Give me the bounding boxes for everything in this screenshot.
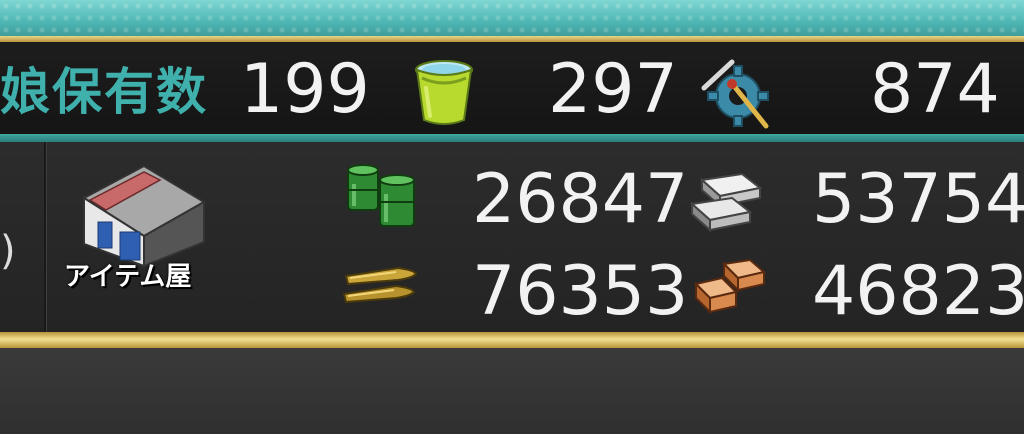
shop-house-icon <box>82 164 206 268</box>
teal-separator <box>0 134 1024 142</box>
panel-divider <box>44 142 47 332</box>
bauxite-count: 46823 <box>812 252 1024 331</box>
ammo-count: 76353 <box>472 252 689 331</box>
ship-count-label: 娘保有数 <box>0 63 208 121</box>
lower-area <box>0 348 1024 434</box>
fuel-count: 26847 <box>472 160 689 239</box>
fuel-icon <box>344 164 420 232</box>
development-material-icon <box>698 56 774 130</box>
dev-material-count: 874 <box>870 50 1000 129</box>
left-panel-fragment: ) <box>0 228 16 274</box>
ship-count-value: 199 <box>240 50 370 129</box>
ammo-icon <box>340 262 420 310</box>
gold-border-bottom <box>0 332 1024 348</box>
bauxite-icon <box>690 256 768 320</box>
bucket-icon <box>412 58 476 126</box>
steel-icon <box>688 170 768 233</box>
bucket-count: 297 <box>548 50 678 129</box>
top-decorative-band <box>0 0 1024 36</box>
steel-count: 53754 <box>812 160 1024 239</box>
item-shop-label[interactable]: アイテム屋 <box>64 256 191 293</box>
